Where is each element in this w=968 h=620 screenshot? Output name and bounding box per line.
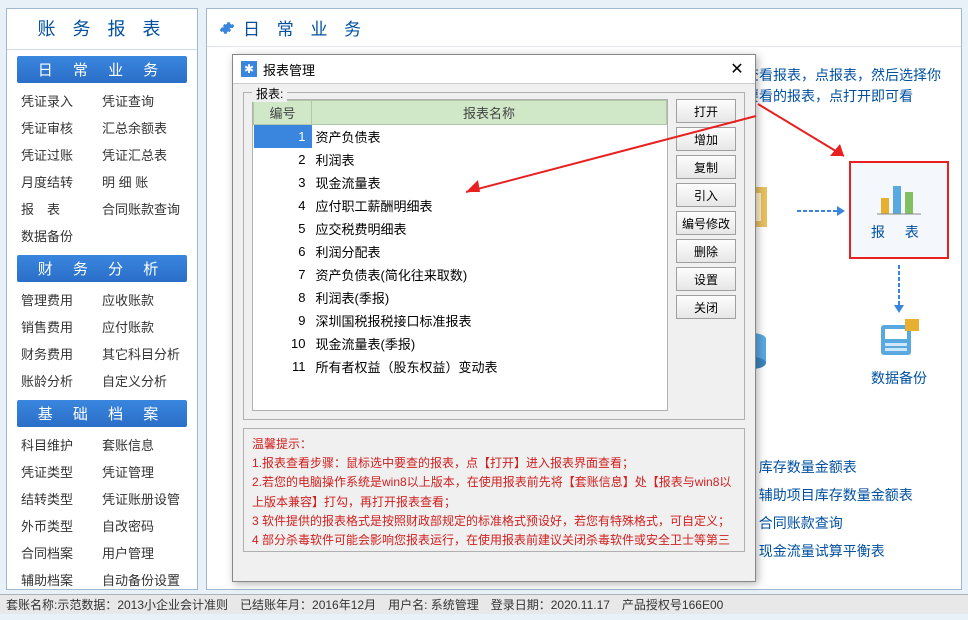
sidebar-item[interactable]: 科目维护 bbox=[21, 433, 102, 456]
hint-text: 查看报表，点报表，然后选择你要看的报表，点打开即可看 bbox=[745, 65, 945, 107]
report-row[interactable]: 10现金流量表(季报) bbox=[254, 332, 667, 355]
col-header-name[interactable]: 报表名称 bbox=[312, 101, 667, 125]
tip-line: 2.若您的电脑操作系统是win8以上版本，在使用报表前先将【套账信息】处【报表与… bbox=[252, 473, 736, 511]
quick-link-list: 库存数量金额表辅助项目库存数量金额表合同账款查询现金流量试算平衡表 bbox=[745, 453, 945, 565]
sidebar-item[interactable]: 应付账款 bbox=[102, 315, 183, 338]
report-row[interactable]: 5应交税费明细表 bbox=[254, 217, 667, 240]
sidebar-item[interactable]: 管理费用 bbox=[21, 288, 102, 311]
dialog-增加-button[interactable]: 增加 bbox=[676, 127, 736, 151]
sidebar-item[interactable]: 应收账款 bbox=[102, 288, 183, 311]
report-row[interactable]: 9深圳国税报税接口标准报表 bbox=[254, 309, 667, 332]
report-row[interactable]: 6利润分配表 bbox=[254, 240, 667, 263]
status-account: 套账名称:示范数据：2013小企业会计准则 bbox=[6, 596, 228, 613]
backup-label: 数据备份 bbox=[861, 368, 937, 388]
report-row[interactable]: 3现金流量表 bbox=[254, 171, 667, 194]
report-row[interactable]: 11所有者权益（股东权益）变动表 bbox=[254, 355, 667, 378]
report-row[interactable]: 1资产负债表 bbox=[254, 125, 667, 149]
sidebar: 账 务 报 表 日 常 业 务凭证录入凭证查询凭证审核汇总余额表凭证过账凭证汇总… bbox=[6, 8, 198, 590]
sidebar-item[interactable]: 外币类型 bbox=[21, 514, 102, 537]
dialog-关闭-button[interactable]: 关闭 bbox=[676, 295, 736, 319]
sidebar-item[interactable]: 用户管理 bbox=[102, 541, 183, 564]
sidebar-item[interactable]: 凭证账册设管 bbox=[102, 487, 183, 510]
report-table[interactable]: 编号 报表名称 1资产负债表2利润表3现金流量表4应付职工薪酬明细表5应交税费明… bbox=[252, 99, 668, 411]
sidebar-item[interactable]: 销售费用 bbox=[21, 315, 102, 338]
report-button-box[interactable]: 报 表 bbox=[849, 161, 949, 259]
sidebar-item[interactable]: 财务费用 bbox=[21, 342, 102, 365]
report-row[interactable]: 8利润表(季报) bbox=[254, 286, 667, 309]
sidebar-item[interactable]: 合同档案 bbox=[21, 541, 102, 564]
quick-link[interactable]: 现金流量试算平衡表 bbox=[745, 537, 945, 565]
dialog-设置-button[interactable]: 设置 bbox=[676, 267, 736, 291]
sidebar-item[interactable]: 合同账款查询 bbox=[102, 197, 183, 220]
tips-box: 温馨提示： 1.报表查看步骤：鼠标选中要查的报表，点【打开】进入报表界面查看；2… bbox=[243, 428, 745, 552]
status-user: 用户名: 系统管理 bbox=[388, 596, 479, 613]
dialog-打开-button[interactable]: 打开 bbox=[676, 99, 736, 123]
dialog-引入-button[interactable]: 引入 bbox=[676, 183, 736, 207]
sidebar-item[interactable]: 凭证汇总表 bbox=[102, 143, 183, 166]
gear-icon bbox=[219, 20, 235, 36]
sidebar-item[interactable]: 凭证审核 bbox=[21, 116, 102, 139]
section-header: 日 常 业 务 bbox=[17, 56, 187, 83]
sidebar-item[interactable]: 辅助档案 bbox=[21, 568, 102, 591]
quick-link[interactable]: 合同账款查询 bbox=[745, 509, 945, 537]
quick-link[interactable]: 库存数量金额表 bbox=[745, 453, 945, 481]
hint-panel: 查看报表，点报表，然后选择你要看的报表，点打开即可看 bbox=[745, 65, 945, 107]
dialog-button-column: 打开增加复制引入编号修改删除设置关闭 bbox=[676, 99, 736, 411]
main-title: 日 常 业 务 bbox=[243, 15, 367, 40]
sidebar-item[interactable]: 结转类型 bbox=[21, 487, 102, 510]
sidebar-item[interactable]: 凭证查询 bbox=[102, 89, 183, 112]
sidebar-item[interactable]: 明 细 账 bbox=[102, 170, 183, 193]
sidebar-item[interactable]: 自改密码 bbox=[102, 514, 183, 537]
dialog-title-text: 报表管理 bbox=[263, 60, 727, 79]
tip-line: 1.报表查看步骤：鼠标选中要查的报表，点【打开】进入报表界面查看； bbox=[252, 454, 736, 473]
sidebar-item[interactable]: 报 表 bbox=[21, 197, 102, 220]
col-header-id[interactable]: 编号 bbox=[254, 101, 312, 125]
sidebar-item[interactable]: 数据备份 bbox=[21, 224, 102, 247]
database-backup-icon bbox=[875, 319, 923, 361]
report-manager-dialog: ✱ 报表管理 ✕ 报表: 编号 报表名称 1资产负债表2利润表3现金流量表4应付… bbox=[232, 54, 756, 582]
sidebar-item[interactable]: 套账信息 bbox=[102, 433, 183, 456]
dialog-titlebar: ✱ 报表管理 ✕ bbox=[233, 55, 755, 84]
sidebar-item[interactable]: 自定义分析 bbox=[102, 369, 183, 392]
status-login-date: 登录日期：2020.11.17 bbox=[491, 596, 610, 613]
sidebar-item[interactable]: 账龄分析 bbox=[21, 369, 102, 392]
quick-link[interactable]: 辅助项目库存数量金额表 bbox=[745, 481, 945, 509]
report-row[interactable]: 2利润表 bbox=[254, 148, 667, 171]
sidebar-item[interactable]: 凭证管理 bbox=[102, 460, 183, 483]
section-header: 财 务 分 析 bbox=[17, 255, 187, 282]
dialog-删除-button[interactable]: 删除 bbox=[676, 239, 736, 263]
flow-arrow-down-icon bbox=[893, 265, 905, 313]
dialog-复制-button[interactable]: 复制 bbox=[676, 155, 736, 179]
fieldset-label: 报表: bbox=[252, 85, 287, 102]
report-row[interactable]: 7资产负债表(简化往来取数) bbox=[254, 263, 667, 286]
tips-title: 温馨提示： bbox=[252, 435, 736, 454]
tip-line: 4 部分杀毒软件可能会影响您报表运行，在使用报表前建议关闭杀毒软件或安全卫士等第… bbox=[252, 531, 736, 552]
dialog-编号修改-button[interactable]: 编号修改 bbox=[676, 211, 736, 235]
dialog-close-button[interactable]: ✕ bbox=[727, 59, 747, 79]
sidebar-item[interactable]: 其它科目分析 bbox=[102, 342, 183, 365]
section-header: 基 础 档 案 bbox=[17, 400, 187, 427]
report-row[interactable]: 4应付职工薪酬明细表 bbox=[254, 194, 667, 217]
status-license: 产品授权号166E00 bbox=[622, 596, 723, 613]
sidebar-item[interactable]: 凭证类型 bbox=[21, 460, 102, 483]
sidebar-title: 账 务 报 表 bbox=[7, 9, 197, 50]
sidebar-item bbox=[102, 224, 183, 247]
sidebar-item[interactable]: 凭证录入 bbox=[21, 89, 102, 112]
tip-line: 3 软件提供的报表格式是按照财政部规定的标准格式预设好，若您有特殊格式，可自定义… bbox=[252, 512, 736, 531]
status-bar: 套账名称:示范数据：2013小企业会计准则 已结账年月：2016年12月 用户名… bbox=[0, 594, 968, 614]
sidebar-item[interactable]: 自动备份设置 bbox=[102, 568, 183, 591]
bar-chart-icon bbox=[877, 178, 921, 218]
flow-arrow-right-icon bbox=[797, 205, 845, 217]
dialog-app-icon: ✱ bbox=[241, 61, 257, 77]
sidebar-item[interactable]: 月度结转 bbox=[21, 170, 102, 193]
sidebar-item[interactable]: 汇总余额表 bbox=[102, 116, 183, 139]
report-box-label: 报 表 bbox=[871, 222, 927, 242]
backup-button-box[interactable]: 数据备份 bbox=[861, 319, 937, 388]
status-closed-period: 已结账年月：2016年12月 bbox=[240, 596, 376, 613]
sidebar-item[interactable]: 凭证过账 bbox=[21, 143, 102, 166]
report-fieldset: 报表: 编号 报表名称 1资产负债表2利润表3现金流量表4应付职工薪酬明细表5应… bbox=[243, 92, 745, 420]
main-header: 日 常 业 务 bbox=[207, 9, 961, 47]
